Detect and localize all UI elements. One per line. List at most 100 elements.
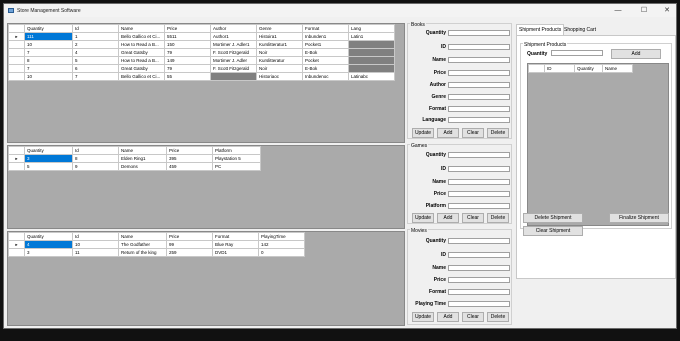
movies-playing-time-input[interactable] <box>448 301 510 307</box>
table-row[interactable]: 8 5 How to Read a B... 149 Mortimer J. Adler… <box>8 56 395 65</box>
table-cell[interactable]: 3 <box>24 154 73 163</box>
table-cell[interactable]: Author1 <box>210 32 257 41</box>
table-cell[interactable]: 10 <box>24 72 73 81</box>
table-cell[interactable]: 79 <box>164 48 211 57</box>
table-cell[interactable]: 259 <box>166 248 213 257</box>
table-cell[interactable]: 7 <box>24 48 73 57</box>
movies-grid[interactable]: Quantity Id Name Price Format PlayingTim… <box>7 231 405 326</box>
movies-format-input[interactable] <box>448 289 510 295</box>
table-cell[interactable]: Mortimer J. Adler <box>210 56 257 65</box>
row-header[interactable] <box>8 64 25 73</box>
table-cell[interactable]: Noir <box>256 48 303 57</box>
movies-id-input[interactable] <box>448 252 510 258</box>
table-cell[interactable]: 5 <box>72 56 119 65</box>
books-name-input[interactable] <box>448 57 510 63</box>
table-cell[interactable]: Inbundenoc <box>302 72 349 81</box>
column-header[interactable]: Author <box>210 24 257 33</box>
table-cell[interactable]: Playstation 5 <box>212 154 261 163</box>
column-header[interactable]: Quantity <box>574 64 603 73</box>
table-cell[interactable] <box>348 40 395 49</box>
table-cell[interactable]: 6 <box>72 64 119 73</box>
table-row[interactable]: 10 7 Bello Gallico et Ci... 55 Historiaoc Inb… <box>8 72 395 81</box>
table-cell[interactable]: The Godfather <box>118 240 167 249</box>
column-header[interactable]: ID <box>544 64 575 73</box>
games-clear-button[interactable]: Clear <box>462 213 484 223</box>
table-cell[interactable]: Historiaoc <box>256 72 303 81</box>
books-grid[interactable]: Quantity Id Name Price Author Genre Form… <box>7 23 405 143</box>
table-cell[interactable]: Histoira1 <box>256 32 303 41</box>
table-cell[interactable]: 9 <box>72 162 119 171</box>
column-header[interactable]: Quantity <box>24 146 73 155</box>
table-cell[interactable]: 10 <box>24 40 73 49</box>
table-cell[interactable]: 3 <box>24 248 73 257</box>
table-cell[interactable]: 142 <box>258 240 305 249</box>
table-row[interactable]: 10 2 How to Read a B... 150 Mortimer J. Adle… <box>8 40 395 49</box>
table-cell[interactable]: E-Bok <box>302 48 349 57</box>
table-cell[interactable]: 55 <box>164 72 211 81</box>
table-cell[interactable]: 4 <box>72 48 119 57</box>
table-cell[interactable]: 10 <box>72 240 119 249</box>
column-header[interactable]: Lang <box>348 24 395 33</box>
column-header[interactable]: Price <box>166 146 213 155</box>
movies-price-input[interactable] <box>448 277 510 283</box>
column-header[interactable]: Format <box>212 232 259 241</box>
row-header[interactable] <box>8 72 25 81</box>
books-delete-button[interactable]: Delete <box>487 128 509 138</box>
books-price-input[interactable] <box>448 70 510 76</box>
table-cell[interactable]: Return of the king <box>118 248 167 257</box>
movies-delete-button[interactable]: Delete <box>487 312 509 322</box>
shipment-add-button[interactable]: Add <box>611 49 661 59</box>
table-row[interactable]: ▸ 4 10 The Godfather 99 Blue Ray 142 <box>8 240 305 249</box>
movies-update-button[interactable]: Update <box>412 312 434 322</box>
column-header[interactable]: PlayingTime <box>258 232 305 241</box>
column-header[interactable]: Id <box>72 232 119 241</box>
row-header[interactable]: ▸ <box>8 154 25 163</box>
table-cell[interactable]: E-Bok <box>302 64 349 73</box>
books-genre-input[interactable] <box>448 94 510 100</box>
column-header[interactable]: Quantity <box>24 24 73 33</box>
table-cell[interactable]: 7 <box>24 64 73 73</box>
table-cell[interactable]: How to Read a B... <box>118 40 165 49</box>
movies-clear-button[interactable]: Clear <box>462 312 484 322</box>
books-quantity-input[interactable] <box>448 30 510 36</box>
books-format-input[interactable] <box>448 106 510 112</box>
table-cell[interactable]: 8 <box>72 154 119 163</box>
tab-shipment-products[interactable]: Shipment Products <box>516 24 565 35</box>
books-add-button[interactable]: Add <box>437 128 459 138</box>
table-cell[interactable]: DVD1 <box>212 248 259 257</box>
table-cell[interactable] <box>348 48 395 57</box>
table-cell[interactable]: 11 <box>72 248 119 257</box>
delete-shipment-button[interactable]: Delete Shipment <box>523 213 583 223</box>
table-cell[interactable]: F. Scott Fitzgerald <box>210 64 257 73</box>
table-cell[interactable]: 395 <box>166 154 213 163</box>
table-cell[interactable]: Demons <box>118 162 167 171</box>
maximize-button[interactable]: ☐ <box>636 6 652 15</box>
games-quantity-input[interactable] <box>448 152 510 158</box>
table-row[interactable]: ▸ 111 1 Bello Gallico et Ci... 5511 Author1 Hi… <box>8 32 395 41</box>
column-header[interactable]: Format <box>302 24 349 33</box>
table-cell[interactable]: Noir <box>256 64 303 73</box>
games-price-input[interactable] <box>448 191 510 197</box>
table-cell[interactable]: Elden Ring1 <box>118 154 167 163</box>
books-update-button[interactable]: Update <box>412 128 434 138</box>
table-cell[interactable]: F. Scott Fitzgerald <box>210 48 257 57</box>
games-delete-button[interactable]: Delete <box>487 213 509 223</box>
table-cell[interactable]: Latinabc <box>348 72 395 81</box>
table-row[interactable]: 3 11 Return of the king 259 DVD1 0 <box>8 248 305 257</box>
games-grid[interactable]: Quantity Id Name Price Platform ▸ 3 8 Elden… <box>7 145 405 229</box>
minimize-button[interactable]: — <box>610 6 626 15</box>
table-cell[interactable] <box>348 64 395 73</box>
table-cell[interactable]: 99 <box>166 240 213 249</box>
table-cell[interactable]: Great Gatsby <box>118 64 165 73</box>
table-cell[interactable]: 5 <box>24 162 73 171</box>
table-cell[interactable]: PC <box>212 162 261 171</box>
tab-shopping-cart[interactable]: Shopping Cart <box>562 25 598 35</box>
movies-quantity-input[interactable] <box>448 238 510 244</box>
row-header[interactable]: ▸ <box>8 240 25 249</box>
row-header[interactable] <box>8 162 25 171</box>
table-cell[interactable]: 5511 <box>164 32 211 41</box>
column-header[interactable]: Platform <box>212 146 261 155</box>
row-header[interactable] <box>8 248 25 257</box>
games-id-input[interactable] <box>448 166 510 172</box>
games-platform-input[interactable] <box>448 203 510 209</box>
